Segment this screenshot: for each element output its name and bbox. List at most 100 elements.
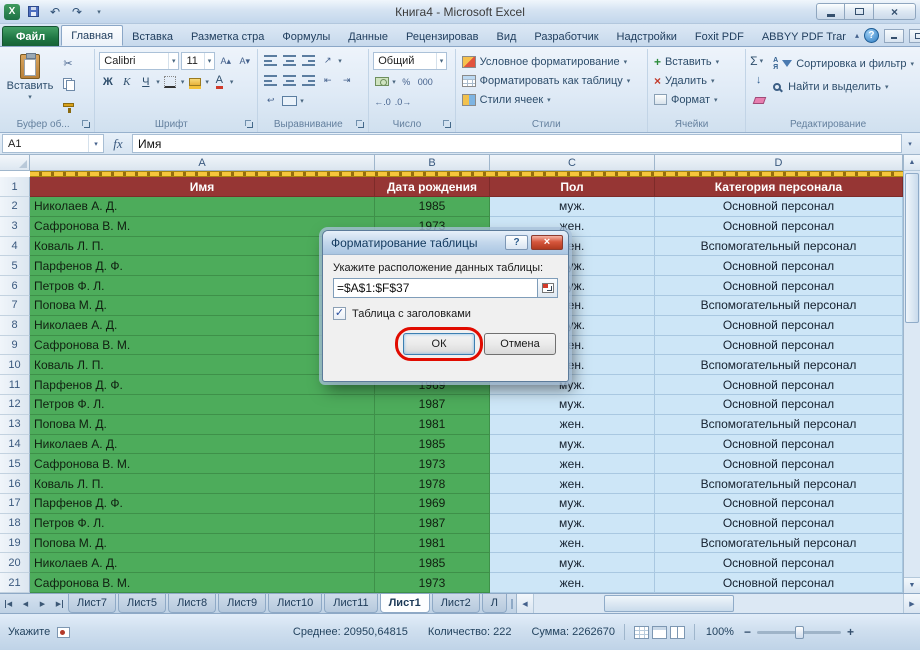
format-cells-button[interactable]: Формат ▾ xyxy=(652,90,741,109)
row-header[interactable]: 19 xyxy=(0,534,30,554)
prev-sheet-icon[interactable]: ◀ xyxy=(17,594,34,613)
cell[interactable]: жен. xyxy=(490,474,655,494)
cell[interactable]: муж. xyxy=(490,395,655,415)
scroll-right-icon[interactable]: ▶ xyxy=(903,594,920,613)
insert-function-button[interactable]: fx xyxy=(104,134,132,153)
row-header[interactable]: 4 xyxy=(0,237,30,257)
cell[interactable]: 1973 xyxy=(375,454,490,474)
vertical-scrollbar[interactable]: ▲ ▼ xyxy=(903,155,920,593)
decrease-decimal-button[interactable]: .0→ xyxy=(394,93,413,110)
zoom-thumb[interactable] xyxy=(795,626,804,639)
cell[interactable]: жен. xyxy=(490,415,655,435)
ribbon-tab-Главная[interactable]: Главная xyxy=(61,25,123,46)
workbook-minimize-button[interactable] xyxy=(884,29,904,43)
help-icon[interactable]: ? xyxy=(864,28,879,43)
cell[interactable]: Коваль Л. П. xyxy=(30,474,375,494)
cell[interactable]: 1978 xyxy=(375,474,490,494)
ribbon-tab-Foxit PDF[interactable]: Foxit PDF xyxy=(686,27,753,46)
align-right-button[interactable] xyxy=(300,72,317,89)
redo-button[interactable]: ↷ xyxy=(68,3,86,21)
page-layout-view-icon[interactable] xyxy=(652,626,667,639)
row-header[interactable]: 1 xyxy=(0,177,30,197)
merge-center-button[interactable] xyxy=(281,92,298,109)
decrease-indent-button[interactable]: ⇤ xyxy=(319,72,336,89)
row-header[interactable]: 20 xyxy=(0,553,30,573)
currency-format-button[interactable] xyxy=(373,73,390,90)
cell[interactable]: Основной персонал xyxy=(655,276,903,296)
cell[interactable]: Вспомогательный персонал xyxy=(655,355,903,375)
cancel-button[interactable]: Отмена xyxy=(484,333,556,355)
workbook-restore-button[interactable] xyxy=(909,29,920,43)
minimize-button[interactable] xyxy=(816,3,845,20)
scrollbar-track[interactable] xyxy=(534,594,903,613)
cell[interactable]: муж. xyxy=(490,435,655,455)
cell[interactable]: Сафронова В. М. xyxy=(30,454,375,474)
row-header[interactable]: 21 xyxy=(0,573,30,593)
row-header[interactable]: 13 xyxy=(0,415,30,435)
save-button[interactable] xyxy=(24,3,42,21)
ribbon-tab-Формулы[interactable]: Формулы xyxy=(273,27,339,46)
cell[interactable]: муж. xyxy=(490,494,655,514)
cell[interactable]: жен. xyxy=(490,534,655,554)
italic-button[interactable]: К xyxy=(118,73,135,90)
chevron-down-icon[interactable]: ▾ xyxy=(300,97,304,105)
scrollbar-thumb[interactable] xyxy=(604,595,734,612)
row-header[interactable]: 2 xyxy=(0,197,30,217)
row-header[interactable]: 6 xyxy=(0,276,30,296)
ribbon-tab-Рецензировав[interactable]: Рецензировав xyxy=(397,27,487,46)
tab-split-handle[interactable] xyxy=(509,594,516,613)
align-left-button[interactable] xyxy=(262,72,279,89)
cell[interactable]: Вспомогательный персонал xyxy=(655,534,903,554)
chevron-down-icon[interactable]: ▾ xyxy=(230,78,234,86)
cell[interactable]: 1969 xyxy=(375,494,490,514)
chevron-down-icon[interactable]: ▾ xyxy=(205,78,209,86)
borders-button[interactable] xyxy=(162,73,179,90)
copy-button[interactable] xyxy=(58,75,78,92)
row-header[interactable]: 7 xyxy=(0,296,30,316)
header-cell[interactable]: Дата рождения xyxy=(375,177,490,197)
maximize-button[interactable] xyxy=(845,3,874,20)
sheet-tab-Лист1[interactable]: Лист1 xyxy=(380,594,430,613)
chevron-down-icon[interactable]: ▾ xyxy=(392,78,396,86)
header-cell[interactable]: Категория персонала xyxy=(655,177,903,197)
dialog-launcher-icon[interactable] xyxy=(443,120,452,129)
dialog-launcher-icon[interactable] xyxy=(356,120,365,129)
horizontal-scrollbar[interactable]: ◀ ▶ xyxy=(516,594,920,613)
cell[interactable]: Сафронова В. М. xyxy=(30,573,375,593)
align-center-button[interactable] xyxy=(281,72,298,89)
bold-button[interactable]: Ж xyxy=(99,73,116,90)
delete-cells-button[interactable]: × Удалить ▾ xyxy=(652,71,741,90)
cell[interactable]: жен. xyxy=(490,573,655,593)
ribbon-tab-Данные[interactable]: Данные xyxy=(339,27,397,46)
cell[interactable]: 1981 xyxy=(375,534,490,554)
autosum-button[interactable]: Σ ▾ xyxy=(750,52,767,69)
dialog-launcher-icon[interactable] xyxy=(245,120,254,129)
normal-view-icon[interactable] xyxy=(634,626,649,639)
cell-styles-button[interactable]: Стили ячеек ▾ xyxy=(460,90,643,109)
insert-cells-button[interactable]: + Вставить ▾ xyxy=(652,52,741,71)
sheet-tab-Лист10[interactable]: Лист10 xyxy=(268,594,322,613)
cell[interactable]: муж. xyxy=(490,553,655,573)
column-header-C[interactable]: C xyxy=(490,155,655,171)
conditional-formatting-button[interactable]: Условное форматирование ▾ xyxy=(460,52,643,71)
chevron-down-icon[interactable]: ▾ xyxy=(156,78,160,86)
fill-color-button[interactable] xyxy=(186,73,203,90)
increase-indent-button[interactable]: ⇥ xyxy=(338,72,355,89)
headers-checkbox[interactable]: ✓ xyxy=(333,307,346,320)
excel-app-icon[interactable]: X xyxy=(4,4,20,20)
first-sheet-icon[interactable]: ◀ xyxy=(0,594,17,613)
format-painter-button[interactable] xyxy=(58,95,78,112)
chevron-down-icon[interactable]: ▾ xyxy=(88,135,103,152)
cell[interactable]: Попова М. Д. xyxy=(30,415,375,435)
scroll-left-icon[interactable]: ◀ xyxy=(517,594,534,613)
formula-input[interactable]: Имя xyxy=(132,134,902,153)
last-sheet-icon[interactable]: ▶ xyxy=(51,594,68,613)
cell[interactable]: муж. xyxy=(490,514,655,534)
number-format-select[interactable]: Общий ▾ xyxy=(373,52,447,70)
zoom-track[interactable] xyxy=(757,631,841,634)
zoom-level[interactable]: 100% xyxy=(704,626,734,638)
ok-button[interactable]: ОК xyxy=(403,333,475,355)
cell[interactable]: Основной персонал xyxy=(655,217,903,237)
cell[interactable]: Вспомогательный персонал xyxy=(655,474,903,494)
cell[interactable]: Основной персонал xyxy=(655,494,903,514)
